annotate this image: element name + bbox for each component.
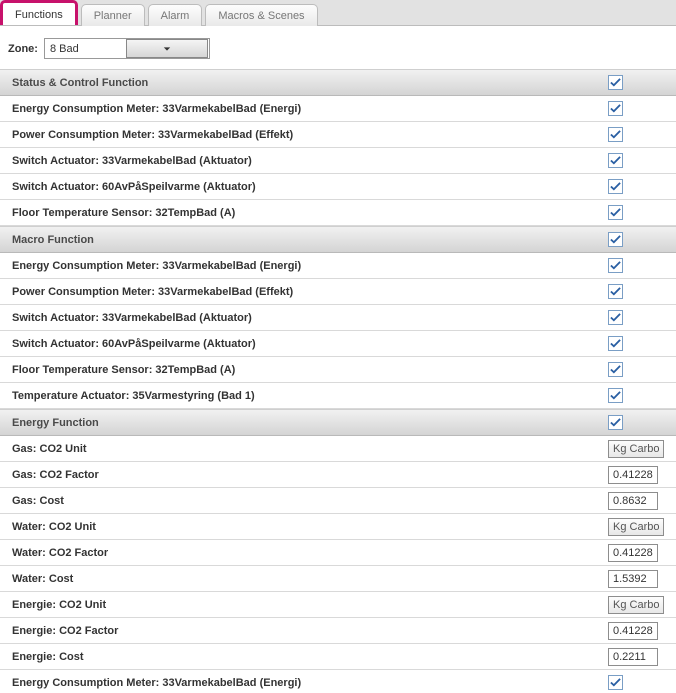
item-label: Gas: Cost xyxy=(8,495,608,507)
item-label: Energie: Cost xyxy=(8,651,608,663)
status-header: Status & Control Function xyxy=(0,69,676,96)
energy-item-0: Gas: CO2 UnitKg Carbo xyxy=(0,436,676,462)
energy-item-1-input[interactable]: 0.41228 xyxy=(608,466,658,484)
item-label: Floor Temperature Sensor: 32TempBad (A) xyxy=(8,207,608,219)
status-item-4: Floor Temperature Sensor: 32TempBad (A) xyxy=(0,200,676,226)
item-label: Water: CO2 Unit xyxy=(8,521,608,533)
chevron-down-icon xyxy=(126,39,208,58)
macro-header: Macro Function xyxy=(0,226,676,253)
status-item-1: Power Consumption Meter: 33VarmekabelBad… xyxy=(0,122,676,148)
item-label: Water: CO2 Factor xyxy=(8,547,608,559)
energy-item-8-input[interactable]: 0.2211 xyxy=(608,648,658,666)
tab-alarm[interactable]: Alarm xyxy=(148,4,203,26)
status-item-4-checkbox[interactable] xyxy=(608,205,623,220)
item-label: Power Consumption Meter: 33VarmekabelBad… xyxy=(8,129,608,141)
status-item-1-checkbox[interactable] xyxy=(608,127,623,142)
energy-item-4-input[interactable]: 0.41228 xyxy=(608,544,658,562)
energy-item-4: Water: CO2 Factor0.41228 xyxy=(0,540,676,566)
section-title: Macro Function xyxy=(8,234,608,246)
tab-bar: Functions Planner Alarm Macros & Scenes xyxy=(0,0,676,26)
energy-item-6: Energie: CO2 UnitKg Carbo xyxy=(0,592,676,618)
macro-item-2: Switch Actuator: 33VarmekabelBad (Aktuat… xyxy=(0,305,676,331)
item-label: Energie: CO2 Factor xyxy=(8,625,608,637)
energy-item-9: Energy Consumption Meter: 33VarmekabelBa… xyxy=(0,670,676,693)
item-label: Gas: CO2 Factor xyxy=(8,469,608,481)
energy-item-0-select[interactable]: Kg Carbo xyxy=(608,440,664,458)
macro-item-1: Power Consumption Meter: 33VarmekabelBad… xyxy=(0,279,676,305)
tab-macros[interactable]: Macros & Scenes xyxy=(205,4,317,26)
macro-checkbox[interactable] xyxy=(608,232,623,247)
status-item-0-checkbox[interactable] xyxy=(608,101,623,116)
zone-value: 8 Bad xyxy=(45,43,125,55)
energy-item-5: Water: Cost1.5392 xyxy=(0,566,676,592)
item-label: Water: Cost xyxy=(8,573,608,585)
energy-item-5-input[interactable]: 1.5392 xyxy=(608,570,658,588)
macro-item-5-checkbox[interactable] xyxy=(608,388,623,403)
energy-item-6-select[interactable]: Kg Carbo xyxy=(608,596,664,614)
section-title: Energy Function xyxy=(8,417,608,429)
macro-item-1-checkbox[interactable] xyxy=(608,284,623,299)
macro-item-0-checkbox[interactable] xyxy=(608,258,623,273)
status-item-2: Switch Actuator: 33VarmekabelBad (Aktuat… xyxy=(0,148,676,174)
item-label: Gas: CO2 Unit xyxy=(8,443,608,455)
section-title: Status & Control Function xyxy=(8,77,608,89)
tab-planner[interactable]: Planner xyxy=(81,4,145,26)
energy-item-8: Energie: Cost0.2211 xyxy=(0,644,676,670)
energy-item-2-input[interactable]: 0.8632 xyxy=(608,492,658,510)
energy-item-7: Energie: CO2 Factor0.41228 xyxy=(0,618,676,644)
item-label: Floor Temperature Sensor: 32TempBad (A) xyxy=(8,364,608,376)
energy-header: Energy Function xyxy=(0,409,676,436)
macro-item-3-checkbox[interactable] xyxy=(608,336,623,351)
item-label: Energy Consumption Meter: 33VarmekabelBa… xyxy=(8,677,608,689)
energy-item-7-input[interactable]: 0.41228 xyxy=(608,622,658,640)
item-label: Switch Actuator: 60AvPåSpeilvarme (Aktua… xyxy=(8,181,608,193)
item-label: Switch Actuator: 33VarmekabelBad (Aktuat… xyxy=(8,312,608,324)
item-label: Energy Consumption Meter: 33VarmekabelBa… xyxy=(8,260,608,272)
macro-item-0: Energy Consumption Meter: 33VarmekabelBa… xyxy=(0,253,676,279)
item-label: Power Consumption Meter: 33VarmekabelBad… xyxy=(8,286,608,298)
status-item-3: Switch Actuator: 60AvPåSpeilvarme (Aktua… xyxy=(0,174,676,200)
item-label: Energy Consumption Meter: 33VarmekabelBa… xyxy=(8,103,608,115)
energy-item-3-select[interactable]: Kg Carbo xyxy=(608,518,664,536)
status-item-2-checkbox[interactable] xyxy=(608,153,623,168)
energy-item-9-checkbox[interactable] xyxy=(608,675,623,690)
zone-select[interactable]: 8 Bad xyxy=(44,38,210,59)
energy-checkbox[interactable] xyxy=(608,415,623,430)
item-label: Switch Actuator: 60AvPåSpeilvarme (Aktua… xyxy=(8,338,608,350)
macro-item-3: Switch Actuator: 60AvPåSpeilvarme (Aktua… xyxy=(0,331,676,357)
status-item-0: Energy Consumption Meter: 33VarmekabelBa… xyxy=(0,96,676,122)
item-label: Energie: CO2 Unit xyxy=(8,599,608,611)
status-checkbox[interactable] xyxy=(608,75,623,90)
zone-label: Zone: xyxy=(8,43,38,55)
item-label: Temperature Actuator: 35Varmestyring (Ba… xyxy=(8,390,608,402)
macro-item-5: Temperature Actuator: 35Varmestyring (Ba… xyxy=(0,383,676,409)
energy-item-3: Water: CO2 UnitKg Carbo xyxy=(0,514,676,540)
macro-item-2-checkbox[interactable] xyxy=(608,310,623,325)
macro-item-4: Floor Temperature Sensor: 32TempBad (A) xyxy=(0,357,676,383)
item-label: Switch Actuator: 33VarmekabelBad (Aktuat… xyxy=(8,155,608,167)
macro-item-4-checkbox[interactable] xyxy=(608,362,623,377)
tab-functions[interactable]: Functions xyxy=(0,0,78,25)
status-item-3-checkbox[interactable] xyxy=(608,179,623,194)
energy-item-2: Gas: Cost0.8632 xyxy=(0,488,676,514)
energy-item-1: Gas: CO2 Factor0.41228 xyxy=(0,462,676,488)
